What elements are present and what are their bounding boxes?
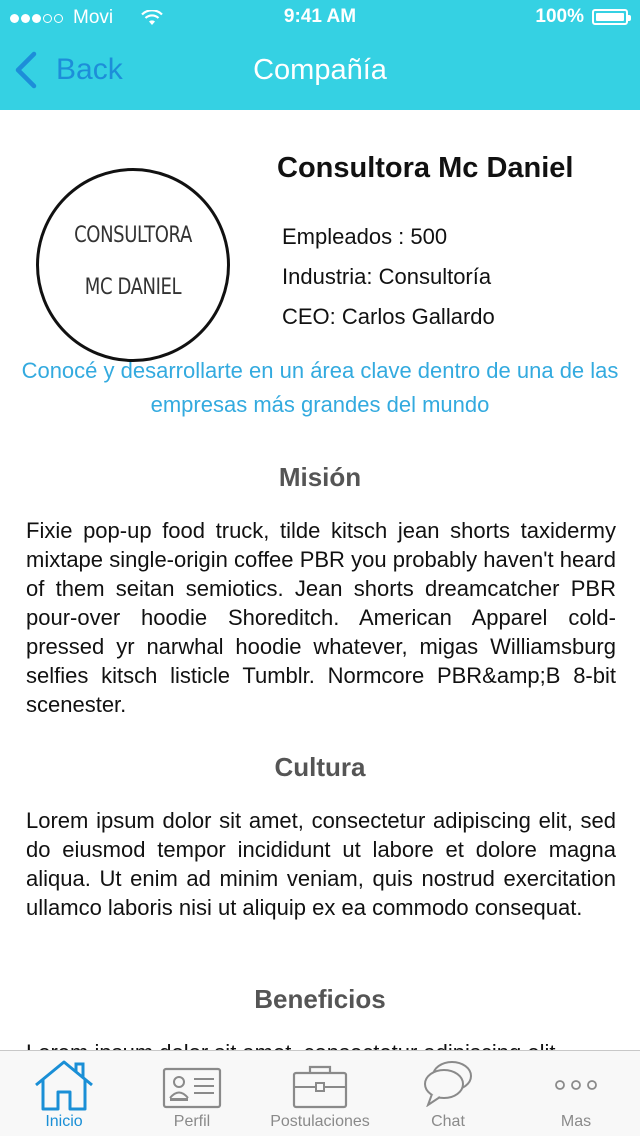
- battery-icon: [592, 9, 631, 25]
- tab-bar: Inicio Perfil Postulaciones Chat Mas: [0, 1050, 640, 1136]
- ceo: CEO: Carlos Gallardo: [282, 304, 495, 329]
- company-tagline: Conocé y desarrollarte en un área clave …: [21, 358, 619, 417]
- cultura-title: Cultura: [274, 752, 366, 782]
- home-icon: [35, 1060, 93, 1111]
- tab-chat[interactable]: Chat: [384, 1051, 512, 1136]
- header: Movi 9:41 AM 100% Back Compañía: [0, 0, 640, 110]
- tab-label: Mas: [560, 1113, 592, 1130]
- company-logo: CONSULTORA MC DANIEL: [36, 168, 230, 362]
- battery-percentage: 100%: [535, 6, 584, 27]
- industry: Industria: Consultoría: [282, 264, 492, 289]
- status-bar: Movi 9:41 AM 100%: [0, 0, 640, 36]
- logo-text-line2: MC DANIEL: [84, 275, 182, 300]
- employees-count: Empleados : 500: [282, 224, 448, 249]
- more-icon: [555, 1080, 597, 1090]
- cultura-body: Lorem ipsum dolor sit amet, consectetur …: [26, 808, 616, 920]
- company-content[interactable]: CONSULTORA MC DANIEL Consultora Mc Danie…: [0, 110, 640, 1050]
- id-card-icon: [162, 1067, 222, 1109]
- tab-label: Chat: [431, 1113, 465, 1130]
- mision-body: Fixie pop-up food truck, tilde kitsch je…: [26, 518, 616, 717]
- logo-text-line1: CONSULTORA: [74, 223, 192, 248]
- tab-perfil[interactable]: Perfil: [128, 1051, 256, 1136]
- tab-postulaciones[interactable]: Postulaciones: [256, 1051, 384, 1136]
- briefcase-icon: [292, 1065, 348, 1109]
- company-name: Consultora Mc Daniel: [277, 152, 574, 184]
- page-title: Compañía: [253, 54, 387, 86]
- tab-inicio[interactable]: Inicio: [0, 1051, 128, 1136]
- tab-label: Inicio: [45, 1113, 83, 1130]
- chat-bubbles-icon: [424, 1061, 472, 1107]
- status-right: 100%: [535, 6, 631, 28]
- beneficios-body: Lorem ipsum dolor sit amet, consectetur …: [26, 1038, 616, 1050]
- tab-label: Postulaciones: [270, 1113, 370, 1130]
- mision-title: Misión: [278, 462, 362, 492]
- company-facts: Empleados : 500 Industria: Consultoría C…: [282, 222, 495, 342]
- navigation-bar: Back Compañía: [0, 36, 640, 110]
- beneficios-title: Beneficios: [254, 984, 386, 1014]
- tab-mas[interactable]: Mas: [512, 1051, 640, 1136]
- tab-label: Perfil: [173, 1113, 211, 1130]
